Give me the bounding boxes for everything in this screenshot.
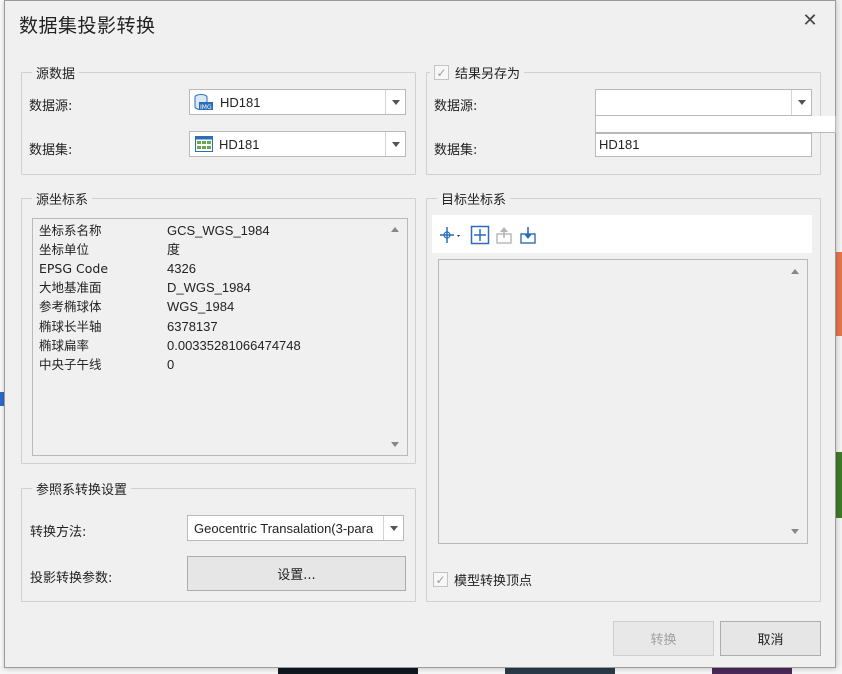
source-data-group-title: 源数据 [32, 63, 80, 82]
source-datasource-combo[interactable]: IMG HD181 [189, 89, 406, 115]
crs-info-key: 坐标系名称 [39, 223, 102, 238]
crs-info-value: 度 [167, 242, 181, 258]
target-crs-toolbar [432, 215, 812, 253]
result-datasource-label: 数据源: [434, 99, 478, 114]
chevron-down-icon[interactable] [385, 90, 405, 114]
target-crs-info-list [438, 259, 808, 544]
crs-info-key: 椭球长半轴 [39, 318, 102, 334]
source-dataset-label: 数据集: [29, 143, 73, 158]
crs-info-value: 0 [167, 356, 175, 372]
transform-method-value: Geocentric Transalation(3-para [194, 520, 374, 536]
source-dataset-value: HD181 [219, 136, 260, 152]
crs-info-value: 0.00335281066474748 [167, 337, 301, 353]
background-app-edge [836, 0, 842, 674]
crs-info-value: WGS_1984 [167, 299, 235, 315]
grid-dataset-icon [195, 136, 213, 152]
transform-settings-group-title: 参照系转换设置 [32, 479, 132, 498]
crs-info-value: GCS_WGS_1984 [167, 223, 270, 238]
convert-button[interactable]: 转换 [613, 621, 714, 656]
crs-select-icon[interactable] [438, 225, 464, 245]
database-icon: IMG [194, 93, 214, 111]
result-dataset-input[interactable]: HD181 [595, 133, 812, 157]
scroll-up-icon[interactable] [391, 227, 399, 232]
crs-info-key: 大地基准面 [39, 280, 102, 296]
crs-info-value: 6378137 [167, 318, 218, 334]
source-dataset-combo[interactable]: HD181 [189, 131, 406, 157]
model-vertex-checkbox[interactable]: ✓ [433, 572, 448, 587]
cancel-button[interactable]: 取消 [720, 621, 821, 656]
transform-method-label: 转换方法: [30, 525, 87, 540]
chevron-down-icon[interactable] [791, 90, 811, 115]
transform-method-combo[interactable]: Geocentric Transalation(3-para [187, 515, 404, 541]
crs-info-key: 参考椭球体 [39, 299, 102, 315]
scroll-down-icon[interactable] [391, 442, 399, 447]
result-save-label: 结果另存为 [455, 67, 521, 82]
background-app-fragment [836, 252, 842, 336]
result-datasource-dropdown-list [595, 116, 836, 133]
source-datasource-value: HD181 [220, 94, 261, 110]
scroll-down-icon[interactable] [791, 529, 799, 534]
import-icon[interactable] [518, 225, 538, 245]
crs-info-key: 坐标单位 [39, 242, 90, 258]
scroll-up-icon[interactable] [791, 269, 799, 274]
close-button[interactable]: ✕ [798, 10, 822, 32]
crs-info-key: EPSG Code [39, 261, 109, 277]
check-icon: ✓ [435, 572, 446, 587]
result-datasource-combo[interactable] [595, 89, 812, 116]
background-app-fragment [836, 452, 842, 518]
check-icon: ✓ [436, 65, 447, 80]
model-vertex-label: 模型转换顶点 [454, 574, 533, 589]
source-datasource-label: 数据源: [29, 99, 73, 114]
source-data-group [21, 72, 416, 175]
dialog-title: 数据集投影转换 [19, 15, 156, 37]
result-save-checkbox[interactable]: ✓ [434, 65, 449, 80]
export-icon[interactable] [494, 225, 514, 245]
crs-info-key: 中央子午线 [39, 356, 102, 372]
model-vertex-checkbox-row[interactable]: ✓ 模型转换顶点 [433, 570, 532, 589]
source-crs-info-list: 坐标系名称 GCS_WGS_1984 坐标单位 度 EPSG Code 4326 大地基准面… [32, 218, 408, 456]
crs-info-value: 4326 [167, 261, 196, 277]
chevron-down-icon[interactable] [383, 516, 403, 540]
svg-text:IMG: IMG [200, 104, 212, 111]
crs-info-value: D_WGS_1984 [167, 280, 251, 296]
projection-params-label: 投影转换参数: [30, 571, 113, 586]
target-crs-group-title: 目标坐标系 [437, 189, 511, 208]
result-dataset-label: 数据集: [434, 143, 478, 158]
result-save-checkbox-row[interactable]: ✓ 结果另存为 [430, 63, 525, 82]
chevron-down-icon[interactable] [385, 132, 405, 156]
params-settings-button[interactable]: 设置... [187, 556, 406, 591]
crs-info-key: 椭球扁率 [39, 337, 90, 353]
source-crs-group-title: 源坐标系 [32, 189, 93, 208]
crs-favorite-icon[interactable] [470, 225, 490, 245]
